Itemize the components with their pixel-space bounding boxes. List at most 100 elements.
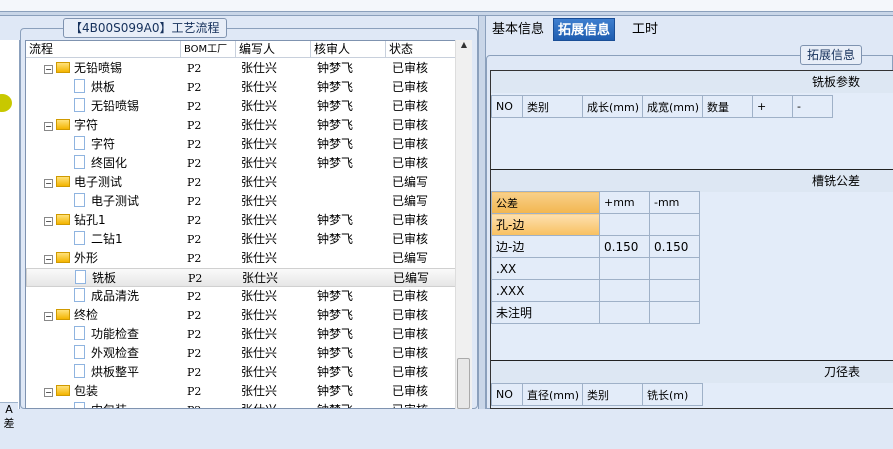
- table-row[interactable]: 无铅喷锡 P2 张仕兴 钟梦飞 已审核: [26, 97, 456, 116]
- tolerance-value-cell[interactable]: [649, 257, 700, 280]
- document-icon: [75, 270, 86, 284]
- table-row[interactable]: 未注明: [491, 301, 700, 324]
- column-header[interactable]: NO: [491, 383, 523, 406]
- column-header[interactable]: 类别: [522, 95, 583, 118]
- table-row[interactable]: 内包装 P2 张仕兴 钟梦飞 已审核: [26, 401, 456, 408]
- collapse-toggle-icon[interactable]: −: [44, 122, 53, 131]
- process-name-cell: 烘板整平: [74, 363, 139, 382]
- collapse-toggle-icon[interactable]: −: [44, 388, 53, 397]
- collapse-toggle-icon[interactable]: −: [44, 179, 53, 188]
- table-row[interactable]: − 钻孔1 P2 张仕兴 钟梦飞 已审核: [26, 211, 456, 230]
- column-header[interactable]: 成长(mm): [582, 95, 643, 118]
- mill-params-table[interactable]: NO 类别 成长(mm) 成宽(mm) 数量 + -: [491, 95, 833, 118]
- tolerance-value-cell[interactable]: 0.150: [599, 235, 650, 258]
- column-header[interactable]: 直径(mm): [522, 383, 583, 406]
- table-row[interactable]: 外观检查 P2 张仕兴 钟梦飞 已审核: [26, 344, 456, 363]
- reviewer-cell: 钟梦飞: [317, 156, 354, 170]
- tab-basic-info[interactable]: 基本信息: [488, 18, 548, 41]
- scroll-up-arrow-icon[interactable]: ▲: [456, 40, 472, 49]
- collapse-toggle-icon[interactable]: −: [44, 312, 53, 321]
- grid-vertical-scrollbar[interactable]: ▲: [455, 40, 472, 409]
- table-row[interactable]: 边-边 0.150 0.150: [491, 235, 700, 258]
- writer-cell: 张仕兴: [241, 308, 278, 322]
- tolerance-value-cell[interactable]: [649, 279, 700, 302]
- tolerance-value-cell[interactable]: [599, 301, 650, 324]
- column-header[interactable]: 铣长(m): [642, 383, 703, 406]
- tolerance-label-cell[interactable]: 孔-边: [491, 213, 600, 236]
- column-header[interactable]: -: [792, 95, 833, 118]
- process-tree-grid[interactable]: 流程 BOM工厂 编写人 核审人 状态 − 无铅喷锡 P2 张仕兴 钟梦飞 已审核…: [25, 40, 472, 409]
- cutter-title: 刀径表: [491, 361, 893, 383]
- collapse-toggle-icon[interactable]: −: [44, 255, 53, 264]
- table-row[interactable]: 烘板整平 P2 张仕兴 钟梦飞 已审核: [26, 363, 456, 382]
- status-cell: 已审核: [392, 61, 429, 75]
- table-row[interactable]: 孔-边: [491, 213, 700, 236]
- column-header[interactable]: -mm: [649, 191, 700, 214]
- process-name: 功能检查: [91, 327, 140, 341]
- tolerance-label-cell[interactable]: 边-边: [491, 235, 600, 258]
- process-name: 字符: [91, 137, 116, 151]
- vertical-splitter[interactable]: [478, 16, 486, 409]
- col-header-bom[interactable]: BOM工厂: [181, 41, 236, 58]
- table-row[interactable]: .XXX: [491, 279, 700, 302]
- process-name: 终固化: [91, 156, 128, 170]
- tolerance-value-cell[interactable]: [649, 213, 700, 236]
- collapse-toggle-icon[interactable]: −: [44, 65, 53, 74]
- table-row[interactable]: − 字符 P2 张仕兴 钟梦飞 已审核: [26, 116, 456, 135]
- tab-extended-info[interactable]: 拓展信息: [553, 18, 616, 41]
- column-header[interactable]: 类别: [582, 383, 643, 406]
- reviewer-cell: 钟梦飞: [317, 213, 354, 227]
- process-name: 铣板: [92, 271, 117, 285]
- col-header-writer[interactable]: 编写人: [236, 41, 311, 58]
- table-row[interactable]: 铣板 P2 张仕兴 已编写: [26, 268, 456, 287]
- table-row[interactable]: .XX: [491, 257, 700, 280]
- table-row[interactable]: 成品清洗 P2 张仕兴 钟梦飞 已审核: [26, 287, 456, 306]
- process-name-cell: 功能检查: [74, 325, 139, 344]
- table-row[interactable]: − 包装 P2 张仕兴 钟梦飞 已审核: [26, 382, 456, 401]
- table-row[interactable]: − 电子测试 P2 张仕兴 已编写: [26, 173, 456, 192]
- tolerance-value-cell[interactable]: 0.150: [649, 235, 700, 258]
- horizontal-splitter[interactable]: [0, 12, 893, 16]
- table-row[interactable]: − 无铅喷锡 P2 张仕兴 钟梦飞 已审核: [26, 59, 456, 78]
- column-header[interactable]: NO: [491, 95, 523, 118]
- tolerance-label-cell[interactable]: .XXX: [491, 279, 600, 302]
- tolerance-value-cell[interactable]: [599, 257, 650, 280]
- status-cell: 已编写: [393, 271, 430, 285]
- bom-cell: P2: [187, 290, 202, 303]
- tolerance-value-cell[interactable]: [599, 279, 650, 302]
- tab-work-hours[interactable]: 工时: [628, 18, 662, 41]
- tolerance-value-cell[interactable]: [649, 301, 700, 324]
- column-header[interactable]: +mm: [599, 191, 650, 214]
- stub-text: A: [5, 403, 13, 416]
- tolerance-value-cell[interactable]: [599, 213, 650, 236]
- column-header[interactable]: +: [752, 95, 793, 118]
- document-icon: [74, 402, 85, 408]
- status-cell: 已编写: [392, 175, 429, 189]
- tolerance-label-cell[interactable]: .XX: [491, 257, 600, 280]
- col-header-process[interactable]: 流程: [26, 41, 181, 58]
- table-row[interactable]: 烘板 P2 张仕兴 钟梦飞 已审核: [26, 78, 456, 97]
- tolerance-table[interactable]: 公差 +mm -mm 孔-边 边-边 0.150 0.150 .XX .XXX 未注明: [491, 191, 700, 324]
- scrollbar-thumb[interactable]: [457, 358, 470, 409]
- status-cell: 已审核: [392, 80, 429, 94]
- reviewer-cell: 钟梦飞: [317, 384, 354, 398]
- cutter-table[interactable]: NO 直径(mm) 类别 铣长(m): [491, 383, 703, 406]
- table-row[interactable]: 字符 P2 张仕兴 钟梦飞 已审核: [26, 135, 456, 154]
- table-row[interactable]: 功能检查 P2 张仕兴 钟梦飞 已审核: [26, 325, 456, 344]
- column-header[interactable]: 公差: [491, 191, 600, 214]
- col-header-reviewer[interactable]: 核审人: [311, 41, 386, 58]
- table-row[interactable]: − 外形 P2 张仕兴 已编写: [26, 249, 456, 268]
- table-row[interactable]: − 终检 P2 张仕兴 钟梦飞 已审核: [26, 306, 456, 325]
- table-row[interactable]: 终固化 P2 张仕兴 钟梦飞 已审核: [26, 154, 456, 173]
- table-row[interactable]: 二钻1 P2 张仕兴 钟梦飞 已审核: [26, 230, 456, 249]
- col-header-status[interactable]: 状态: [386, 41, 456, 58]
- process-name: 终检: [74, 308, 99, 322]
- column-header[interactable]: 数量: [702, 95, 753, 118]
- status-cell: 已审核: [392, 365, 429, 379]
- tolerance-label-cell[interactable]: 未注明: [491, 301, 600, 324]
- reviewer-cell: 钟梦飞: [317, 80, 354, 94]
- collapse-toggle-icon[interactable]: −: [44, 217, 53, 226]
- table-row[interactable]: 电子测试 P2 张仕兴 已编写: [26, 192, 456, 211]
- column-header[interactable]: 成宽(mm): [642, 95, 703, 118]
- status-cell: 已编写: [392, 251, 429, 265]
